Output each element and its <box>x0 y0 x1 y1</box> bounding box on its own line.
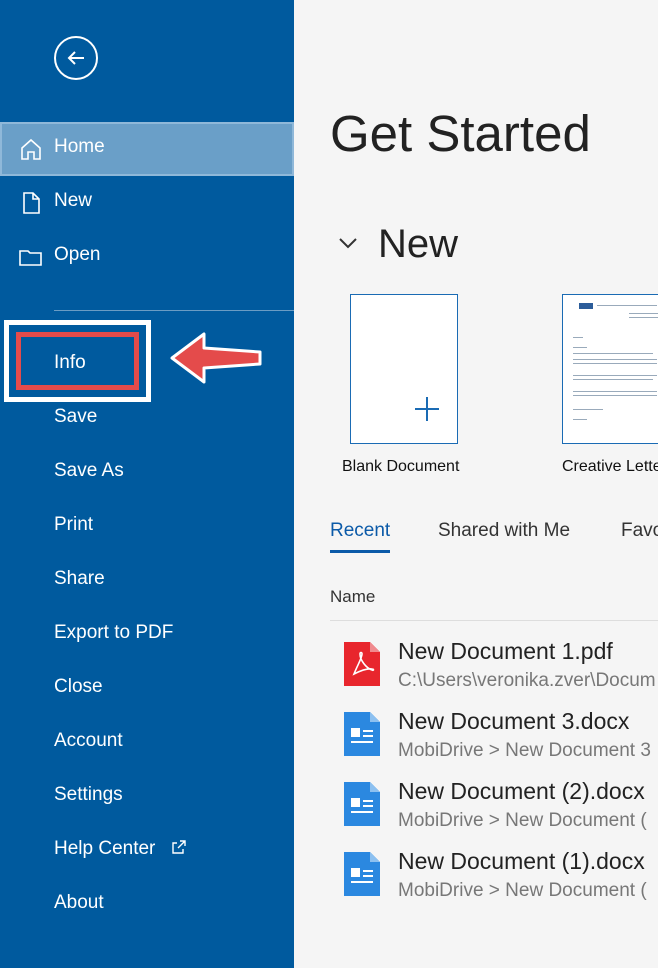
sidebar-item-label: Close <box>54 676 103 697</box>
sidebar-item-label: Export to PDF <box>54 622 174 643</box>
sidebar-item-label: Open <box>54 244 101 265</box>
sidebar-item-label: Home <box>54 136 105 157</box>
new-document-icon <box>23 192 40 214</box>
sidebar-item-export-pdf[interactable]: Export to PDF <box>0 608 294 662</box>
sidebar-item-label: Print <box>54 514 94 535</box>
sidebar-item-account[interactable]: Account <box>0 716 294 770</box>
external-link-icon <box>172 840 186 854</box>
file-row[interactable]: New Document (1).docx MobiDrive > New Do… <box>330 846 658 910</box>
sidebar-item-label: Save <box>54 406 98 427</box>
sidebar-item-label: New <box>54 190 93 211</box>
sidebar-item-settings[interactable]: Settings <box>0 770 294 824</box>
sidebar-item-info[interactable]: Info <box>0 338 294 392</box>
template-creative-letter[interactable] <box>562 294 658 444</box>
template-blank-document[interactable] <box>350 294 458 444</box>
chevron-down-icon[interactable] <box>338 236 358 250</box>
sidebar-item-new[interactable]: New <box>0 176 294 230</box>
sidebar-item-help-center[interactable]: Help Center <box>0 824 294 878</box>
sidebar-item-save-as[interactable]: Save As <box>0 446 294 500</box>
template-label: Blank Document <box>342 458 460 475</box>
sidebar-item-label: Help Center <box>54 838 156 859</box>
file-path: MobiDrive > New Document ( <box>398 880 647 901</box>
back-button[interactable] <box>54 36 98 80</box>
file-path: C:\Users\veronika.zver\Docum <box>398 670 656 691</box>
sidebar-item-print[interactable]: Print <box>0 500 294 554</box>
tab-recent[interactable]: Recent <box>330 520 390 553</box>
main-content: Get Started New Blank Document Creative … <box>294 0 658 968</box>
file-row[interactable]: New Document 3.docx MobiDrive > New Docu… <box>330 706 658 770</box>
arrow-left-icon <box>67 51 84 65</box>
file-path: MobiDrive > New Document 3 <box>398 740 651 761</box>
template-label: Creative Lette <box>562 458 658 475</box>
docx-icon <box>344 782 380 826</box>
file-row[interactable]: New Document 1.pdf C:\Users\veronika.zve… <box>330 636 658 700</box>
sidebar-item-home[interactable]: Home <box>0 122 294 176</box>
docx-icon <box>344 712 380 756</box>
pdf-icon <box>344 642 380 686</box>
sidebar-item-label: Account <box>54 730 123 751</box>
sidebar-item-label: Share <box>54 568 105 589</box>
sidebar-item-share[interactable]: Share <box>0 554 294 608</box>
sidebar: Home New Open Info Save Save As Print Sh… <box>0 0 294 968</box>
sidebar-item-close[interactable]: Close <box>0 662 294 716</box>
docx-icon <box>344 852 380 896</box>
plus-icon <box>415 397 439 421</box>
sidebar-divider <box>54 310 294 311</box>
new-section-heading: New <box>378 222 459 266</box>
home-icon <box>21 138 41 160</box>
column-divider <box>330 620 658 621</box>
page-title: Get Started <box>330 105 591 162</box>
sidebar-item-about[interactable]: About <box>0 878 294 932</box>
sidebar-item-label: Save As <box>54 460 124 481</box>
file-row[interactable]: New Document (2).docx MobiDrive > New Do… <box>330 776 658 840</box>
sidebar-item-label: Info <box>54 352 86 373</box>
column-header-name[interactable]: Name <box>330 587 375 607</box>
sidebar-item-label: About <box>54 892 104 913</box>
tab-underline <box>330 550 390 553</box>
file-name: New Document (2).docx <box>398 778 645 804</box>
file-name: New Document 1.pdf <box>398 638 613 664</box>
folder-icon <box>19 250 42 266</box>
file-name: New Document (1).docx <box>398 848 645 874</box>
sidebar-item-open[interactable]: Open <box>0 230 294 284</box>
tab-favorites[interactable]: Favo <box>621 520 658 542</box>
file-path: MobiDrive > New Document ( <box>398 810 647 831</box>
file-name: New Document 3.docx <box>398 708 630 734</box>
tab-shared-with-me[interactable]: Shared with Me <box>438 520 570 542</box>
sidebar-item-save[interactable]: Save <box>0 392 294 446</box>
sidebar-item-label: Settings <box>54 784 123 805</box>
